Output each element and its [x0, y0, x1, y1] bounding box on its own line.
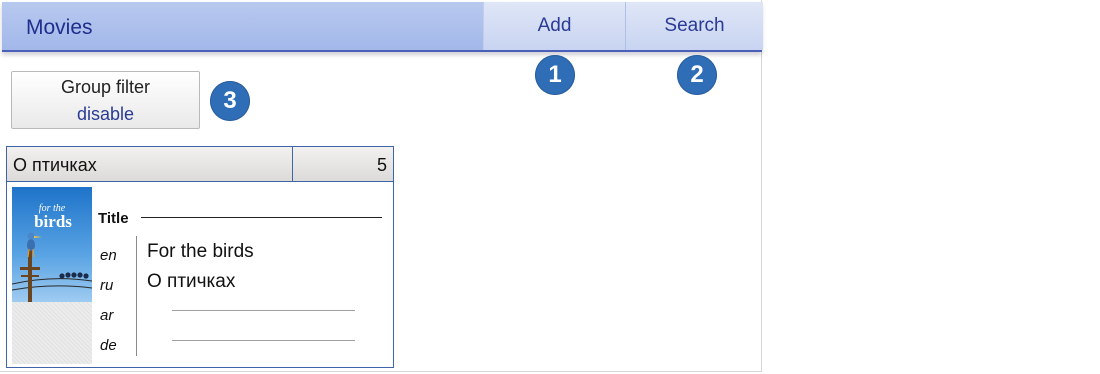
movie-card[interactable]: О птичках 5 for the birds Title en ru ar…	[6, 146, 394, 368]
app-header: Movies Add Search	[2, 2, 763, 52]
lang-label-ar: ar	[100, 307, 114, 324]
lang-label-ru: ru	[100, 277, 114, 294]
title-field-rule	[141, 217, 382, 218]
callout-badge-1: 1	[535, 55, 575, 95]
group-filter-button[interactable]: Group filter disable	[11, 71, 200, 129]
callout-badge-3: 3	[210, 81, 250, 121]
title-field-label: Title	[98, 210, 129, 227]
app-title: Movies	[26, 16, 93, 39]
svg-text:birds: birds	[34, 212, 72, 231]
lang-divider	[136, 236, 137, 356]
lang-label-en: en	[100, 247, 117, 264]
header-divider	[292, 147, 293, 181]
for-the-birds-poster-icon[interactable]: for the birds	[12, 187, 92, 302]
poster-placeholder	[12, 302, 92, 364]
title-empty-line-de	[172, 340, 355, 341]
title-empty-line-ar	[172, 310, 355, 311]
group-filter-toggle[interactable]: disable	[12, 104, 199, 125]
group-filter-title: Group filter	[60, 77, 151, 97]
movie-count: 5	[376, 155, 387, 175]
title-value-ru[interactable]: О птичках	[147, 271, 235, 293]
title-value-en[interactable]: For the birds	[147, 241, 254, 263]
add-button[interactable]: Add	[483, 2, 625, 50]
callout-badge-2: 2	[677, 55, 717, 95]
search-button[interactable]: Search	[625, 2, 763, 50]
app-frame: Movies Add Search 1 2 Group filter disab…	[0, 0, 763, 372]
movie-name: О птичках	[13, 155, 97, 175]
lang-label-de: de	[100, 337, 117, 354]
movie-card-header[interactable]: О птичках 5	[7, 147, 393, 182]
